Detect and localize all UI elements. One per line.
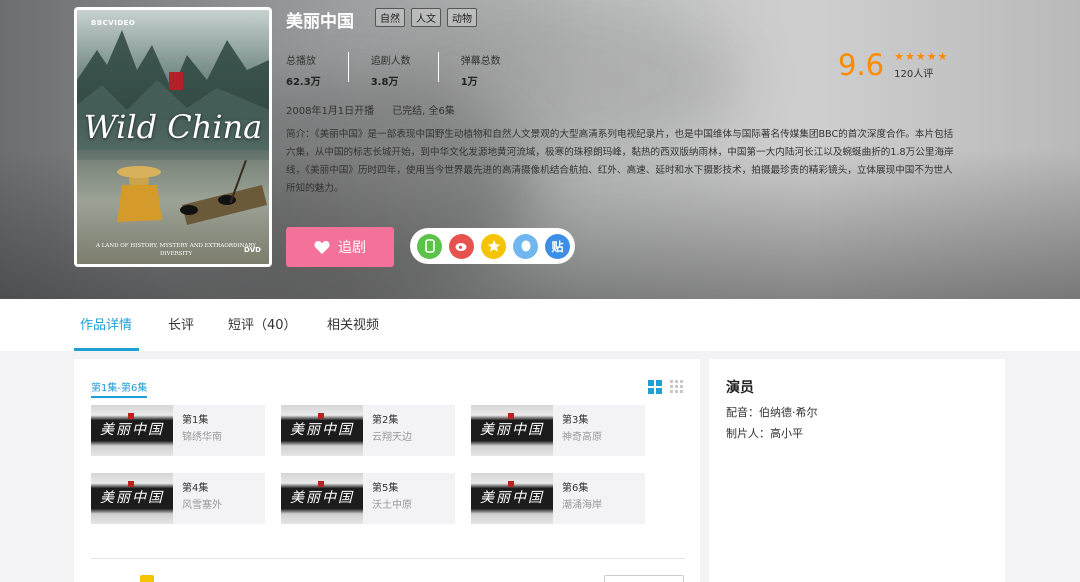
genre-tag[interactable]: 动物 bbox=[447, 8, 477, 27]
stat-total-plays: 总播放 62.3万 bbox=[286, 52, 349, 88]
poster-image[interactable]: BBCVIDEO Wild China A LAND OF HISTORY, M… bbox=[74, 7, 272, 267]
genre-tag[interactable]: 人文 bbox=[411, 8, 441, 27]
stats-row: 总播放 62.3万 追剧人数 3.8万 弹幕总数 1万 bbox=[286, 52, 550, 88]
premiere-date: 2008年1月1日开播 bbox=[286, 106, 375, 117]
rating-block: 9.6 ★★★★★ 120人评 bbox=[838, 48, 948, 82]
badge-icon bbox=[140, 575, 154, 582]
show-description: 简介：《美丽中国》是一部表现中国野生动植物和自然人文景观的大型高清系列电视纪录片… bbox=[286, 129, 954, 194]
cast-narrator: 配音：伯纳德·希尔 bbox=[726, 406, 818, 419]
episode-thumbnail: 美丽中国 bbox=[281, 405, 363, 456]
episode-number: 第6集 bbox=[562, 483, 589, 494]
episode-number: 第2集 bbox=[372, 415, 399, 426]
episode-card[interactable]: 美丽中国 第6集潮涌海岸 bbox=[471, 473, 645, 524]
qq-icon[interactable] bbox=[513, 233, 538, 259]
episode-thumbnail: 美丽中国 bbox=[281, 473, 363, 524]
thumbnail-text: 美丽中国 bbox=[480, 422, 544, 438]
episode-number: 第5集 bbox=[372, 483, 399, 494]
qzone-icon[interactable] bbox=[481, 233, 506, 259]
genre-tag[interactable]: 自然 bbox=[375, 8, 405, 27]
episode-thumbnail: 美丽中国 bbox=[471, 405, 553, 456]
episode-name: 风雪塞外 bbox=[182, 500, 222, 511]
episode-name: 神奇高原 bbox=[562, 432, 602, 443]
thumbnail-text: 美丽中国 bbox=[290, 422, 354, 438]
stat-value: 1万 bbox=[460, 77, 478, 88]
episode-panel: 第1集-第6集 美丽中国 第1集锦绣华南 美丽中国 第2集云翔天边 美丽中国 第… bbox=[74, 359, 700, 582]
episode-range-tab[interactable]: 第1集-第6集 bbox=[91, 379, 148, 398]
share-bar: 贴 bbox=[410, 228, 575, 264]
episode-thumbnail: 美丽中国 bbox=[471, 473, 553, 524]
thumbnail-text: 美丽中国 bbox=[100, 490, 164, 506]
episode-name: 云翔天边 bbox=[372, 432, 412, 443]
episode-card[interactable]: 美丽中国 第1集锦绣华南 bbox=[91, 405, 265, 456]
genre-tags: 自然 人文 动物 bbox=[375, 8, 477, 27]
poster-tagline: A LAND OF HISTORY, MYSTERY AND EXTRAORDI… bbox=[95, 243, 257, 258]
active-tab-underline bbox=[74, 348, 139, 351]
section-divider bbox=[91, 558, 685, 559]
episode-status: 已完结, 全6集 bbox=[392, 106, 455, 117]
tab-long-reviews[interactable]: 长评 bbox=[168, 314, 194, 333]
episode-number: 第3集 bbox=[562, 415, 589, 426]
episode-thumbnail: 美丽中国 bbox=[91, 473, 173, 524]
detail-tabs: 作品详情 长评 短评（40） 相关视频 bbox=[0, 299, 1080, 351]
rating-count[interactable]: 120人评 bbox=[894, 65, 948, 80]
stat-value: 62.3万 bbox=[286, 77, 321, 88]
episode-number: 第4集 bbox=[182, 483, 209, 494]
hero-banner: BBCVIDEO Wild China A LAND OF HISTORY, M… bbox=[0, 0, 1080, 299]
poster-dvd-mark: DVD bbox=[243, 246, 261, 254]
stat-value: 3.8万 bbox=[370, 77, 399, 88]
cut-off-button[interactable] bbox=[604, 575, 684, 582]
tieba-icon[interactable]: 贴 bbox=[545, 233, 570, 259]
stat-label: 弹幕总数 bbox=[460, 56, 501, 67]
heart-icon bbox=[314, 240, 330, 254]
thumbnail-text: 美丽中国 bbox=[290, 490, 354, 506]
compact-view-icon[interactable] bbox=[670, 379, 684, 398]
episode-card[interactable]: 美丽中国 第3集神奇高原 bbox=[471, 405, 645, 456]
episode-name: 锦绣华南 bbox=[182, 432, 222, 443]
stat-followers: 追剧人数 3.8万 bbox=[370, 52, 439, 88]
poster-title: Wild China bbox=[83, 108, 263, 146]
stat-danmaku: 弹幕总数 1万 bbox=[460, 52, 528, 88]
thumbnail-text: 美丽中国 bbox=[480, 490, 544, 506]
air-info: 2008年1月1日开播 已完结, 全6集 bbox=[286, 102, 455, 117]
tab-short-reviews[interactable]: 短评（40） bbox=[228, 314, 297, 333]
grid-view-icon[interactable] bbox=[648, 379, 662, 398]
thumbnail-text: 美丽中国 bbox=[100, 422, 164, 438]
rating-stars-icon: ★★★★★ bbox=[894, 50, 949, 63]
stat-label: 总播放 bbox=[286, 56, 316, 67]
wechat-icon[interactable] bbox=[417, 233, 442, 259]
episode-card[interactable]: 美丽中国 第5集沃土中原 bbox=[281, 473, 455, 524]
weibo-icon[interactable] bbox=[449, 233, 474, 259]
stat-label: 追剧人数 bbox=[370, 56, 411, 67]
poster-brand: BBCVIDEO bbox=[91, 19, 136, 27]
episode-number: 第1集 bbox=[182, 415, 209, 426]
show-title: 美丽中国 bbox=[286, 12, 354, 32]
episode-name: 沃土中原 bbox=[372, 500, 412, 511]
episode-card[interactable]: 美丽中国 第2集云翔天边 bbox=[281, 405, 455, 456]
follow-label: 追剧 bbox=[338, 240, 366, 256]
follow-button[interactable]: 追剧 bbox=[286, 227, 394, 267]
cast-producer: 制片人：高小平 bbox=[726, 427, 803, 440]
cast-heading: 演员 bbox=[726, 380, 754, 396]
rating-score: 9.6 bbox=[838, 48, 885, 82]
episode-card[interactable]: 美丽中国 第4集风雪塞外 bbox=[91, 473, 265, 524]
tab-related-videos[interactable]: 相关视频 bbox=[327, 314, 379, 333]
episode-thumbnail: 美丽中国 bbox=[91, 405, 173, 456]
cast-panel: 演员 配音：伯纳德·希尔 制片人：高小平 bbox=[709, 359, 1005, 582]
tab-details[interactable]: 作品详情 bbox=[80, 314, 132, 333]
episode-name: 潮涌海岸 bbox=[562, 500, 602, 511]
